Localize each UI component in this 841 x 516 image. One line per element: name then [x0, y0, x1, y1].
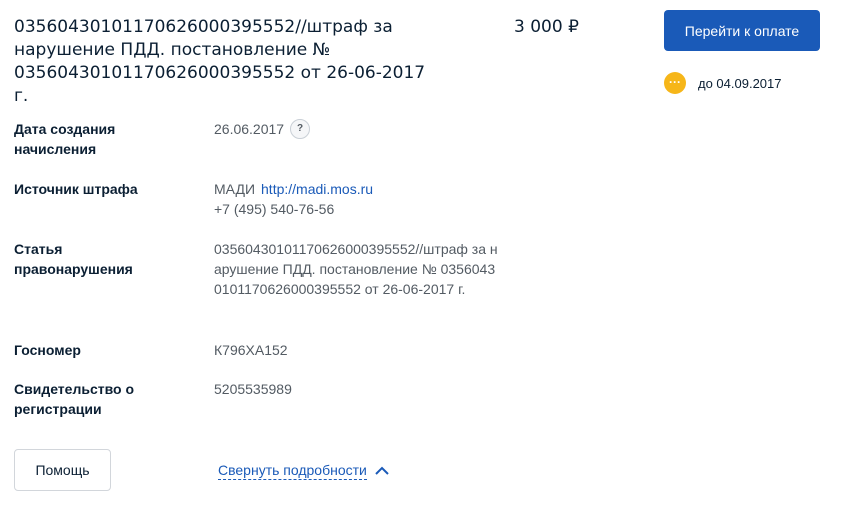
- fine-amount: 3 000 ₽: [514, 17, 579, 37]
- pending-icon-dots: ···: [669, 75, 681, 89]
- plate-value: К796ХА152: [214, 342, 288, 358]
- source-label: Источник штрафа: [14, 181, 138, 197]
- source-phone: +7 (495) 540-76-56: [214, 201, 335, 217]
- plate-label: Госномер: [14, 342, 81, 358]
- fine-title: 03560430101170626000395552//штраф за нар…: [14, 17, 426, 106]
- certificate-label: Свидетельство о регистрации: [14, 381, 135, 417]
- article-label: Статья правонарушения: [14, 241, 133, 277]
- pending-icon: ···: [664, 72, 686, 94]
- source-value: МАДИ http://madi.mos.ru +7 (495) 540-76-5…: [214, 179, 504, 219]
- help-question-icon[interactable]: ?: [290, 119, 311, 140]
- pay-button[interactable]: Перейти к оплате: [664, 10, 820, 51]
- article-value: 03560430101170626000395552//штраф за нар…: [214, 241, 498, 297]
- created-value: 26.06.2017: [214, 121, 285, 137]
- created-label: Дата создания начисления: [14, 121, 116, 157]
- created-value-wrap: 26.06.2017?: [214, 119, 504, 140]
- source-name: МАДИ: [214, 181, 256, 197]
- due-date: ··· до 04.09.2017: [664, 71, 782, 95]
- help-button[interactable]: Помощь: [14, 449, 111, 491]
- collapse-details-link[interactable]: Свернуть подробности: [218, 461, 389, 480]
- collapse-details-label: Свернуть подробности: [218, 462, 367, 480]
- chevron-up-icon: [375, 466, 389, 475]
- due-date-label: до 04.09.2017: [698, 75, 782, 91]
- certificate-value: 5205535989: [214, 381, 292, 397]
- source-link[interactable]: http://madi.mos.ru: [261, 181, 373, 197]
